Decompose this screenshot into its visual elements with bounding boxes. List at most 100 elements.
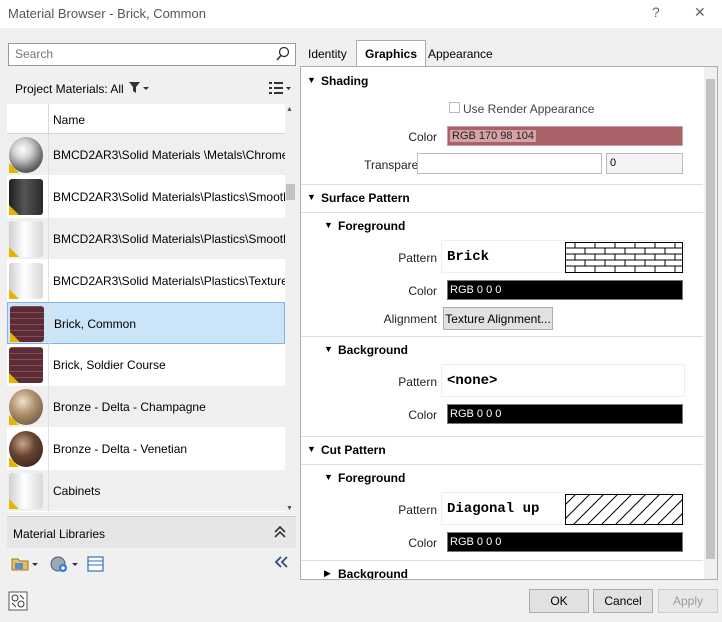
library-toolbar [7,550,296,578]
name-column-header[interactable]: Name [53,113,85,127]
material-editor-icon[interactable] [87,555,105,576]
collapse-triangle-icon[interactable]: ▼ [324,344,333,354]
create-material-icon[interactable] [49,555,79,576]
material-list-item[interactable]: BMCD2AR3\Solid Materials\Plastics\Smooth [7,176,285,218]
project-materials-bar: Project Materials: All [7,74,296,104]
list-scrollbar[interactable]: ▲ ▼ [285,104,296,514]
column-divider [48,218,49,260]
surface-pattern-section-header[interactable]: ▼ Surface Pattern [301,184,703,210]
surface-background-pattern-label: Pattern [398,375,437,389]
tab-identity[interactable]: Identity [300,42,355,66]
material-list-item[interactable]: Bronze - Delta - Venetian [7,428,285,470]
material-list-item[interactable]: Bronze - Delta - Champagne [7,386,285,428]
tab-appearance[interactable]: Appearance [420,42,501,66]
texture-alignment-button[interactable]: Texture Alignment... [443,307,553,330]
surface-foreground-pattern-field[interactable]: Brick [441,240,685,273]
window-title: Material Browser - Brick, Common [8,6,206,21]
use-render-appearance-label: Use Render Appearance [463,102,595,116]
collapse-triangle-icon[interactable]: ▼ [324,472,333,482]
surface-background-color-swatch[interactable]: RGB 0 0 0 [447,404,683,424]
alignment-label: Alignment [383,312,437,326]
column-divider [48,428,49,470]
material-assets-icon[interactable] [8,591,28,614]
filter-icon[interactable] [128,81,150,98]
cut-background-title: Background [338,567,409,580]
surface-foreground-color-label: Color [408,284,437,298]
surface-background-pattern-name: <none> [447,373,498,389]
material-thumbnail-icon [9,347,43,383]
collapse-triangle-icon[interactable]: ▼ [307,444,316,454]
transparency-slider[interactable] [417,153,602,174]
cut-foreground-color-swatch[interactable]: RGB 0 0 0 [447,532,683,552]
help-button[interactable]: ? [652,4,660,20]
editable-tag-icon [9,163,19,173]
material-list-item[interactable]: Brick, Common [7,302,285,345]
expand-triangle-icon[interactable]: ▶ [324,568,331,579]
shading-color-swatch[interactable]: RGB 170 98 104 [447,126,683,146]
transparency-input[interactable]: 0 [606,153,683,174]
panel-scrollbar[interactable] [704,67,717,579]
cut-foreground-pattern-field[interactable]: Diagonal up [441,492,685,525]
collapse-up-icon[interactable] [273,525,287,542]
material-thumbnail-icon [9,431,43,467]
material-name: Bronze - Delta - Venetian [53,442,188,456]
shading-color-label: Color [408,130,437,144]
list-view-icon[interactable] [268,81,292,98]
material-list-item[interactable]: BMCD2AR3\Solid Materials\Plastics\Smooth [7,218,285,260]
surface-background-color-label: Color [408,408,437,422]
open-library-icon[interactable] [11,555,39,576]
material-thumbnail-icon [9,137,43,173]
brick-pattern-preview [565,242,683,273]
cut-foreground-header[interactable]: ▼ Foreground [301,464,703,490]
surface-background-header[interactable]: ▼ Background [301,336,703,362]
apply-button[interactable]: Apply [658,589,718,613]
shading-section-header[interactable]: ▼ Shading [301,68,703,94]
surface-foreground-pattern-label: Pattern [398,251,437,265]
material-thumbnail-icon [9,221,43,257]
search-icon[interactable] [275,46,291,65]
material-libraries-bar[interactable]: Material Libraries [7,516,296,548]
editable-tag-icon [9,289,19,299]
cut-pattern-section-header[interactable]: ▼ Cut Pattern [301,436,703,462]
material-name: Cabinets [53,484,101,498]
panel-scrollbar-thumb[interactable] [706,79,715,559]
collapse-triangle-icon[interactable]: ▼ [307,192,316,202]
surface-foreground-pattern-name: Brick [447,249,490,265]
material-name: BMCD2AR3\Solid Materials \Metals\Chrome [53,148,285,162]
search-input[interactable] [9,44,259,64]
project-materials-label: Project Materials: All [15,82,124,96]
surface-background-pattern-field[interactable]: <none> [441,364,685,397]
scroll-up-arrow-icon[interactable]: ▲ [286,106,293,113]
material-list-item[interactable]: Cabinets [7,470,285,512]
title-bar: Material Browser - Brick, Common ? ✕ [0,0,722,28]
material-list-item[interactable]: Brick, Soldier Course [7,344,285,386]
scroll-down-arrow-icon[interactable]: ▼ [286,505,293,512]
collapse-left-icon[interactable] [273,555,289,572]
material-list: BMCD2AR3\Solid Materials \Metals\Chrome B… [7,134,285,512]
material-name: Brick, Common [54,317,137,331]
collapse-triangle-icon[interactable]: ▼ [307,75,316,85]
material-browser-pane: Project Materials: All Name BMCD2AR3\Sol… [7,38,296,578]
material-list-item[interactable]: BMCD2AR3\Solid Materials\Plastics\Textur… [7,260,285,302]
graphics-panel: ▼ Shading Use Render Appearance Color RG… [300,66,718,580]
scrollbar-thumb[interactable] [286,184,295,200]
material-name: Bronze - Delta - Champagne [53,400,206,414]
surface-foreground-color-swatch[interactable]: RGB 0 0 0 [447,280,683,300]
search-box[interactable] [8,43,296,66]
surface-foreground-header[interactable]: ▼ Foreground [301,212,703,238]
material-thumbnail-icon [9,263,43,299]
editable-tag-icon [9,457,19,467]
column-divider [48,386,49,428]
ok-button[interactable]: OK [529,589,589,613]
cut-background-header[interactable]: ▶ Background [301,560,703,580]
use-render-appearance-checkbox[interactable] [449,102,460,113]
close-button[interactable]: ✕ [694,4,706,21]
diagonal-pattern-preview [565,494,683,525]
column-divider [48,176,49,218]
tab-graphics[interactable]: Graphics [356,40,427,67]
collapse-triangle-icon[interactable]: ▼ [324,220,333,230]
shading-color-value: RGB 170 98 104 [450,130,536,142]
editable-tag-icon [9,499,19,509]
cancel-button[interactable]: Cancel [593,589,653,613]
material-list-item[interactable]: BMCD2AR3\Solid Materials \Metals\Chrome [7,134,285,176]
